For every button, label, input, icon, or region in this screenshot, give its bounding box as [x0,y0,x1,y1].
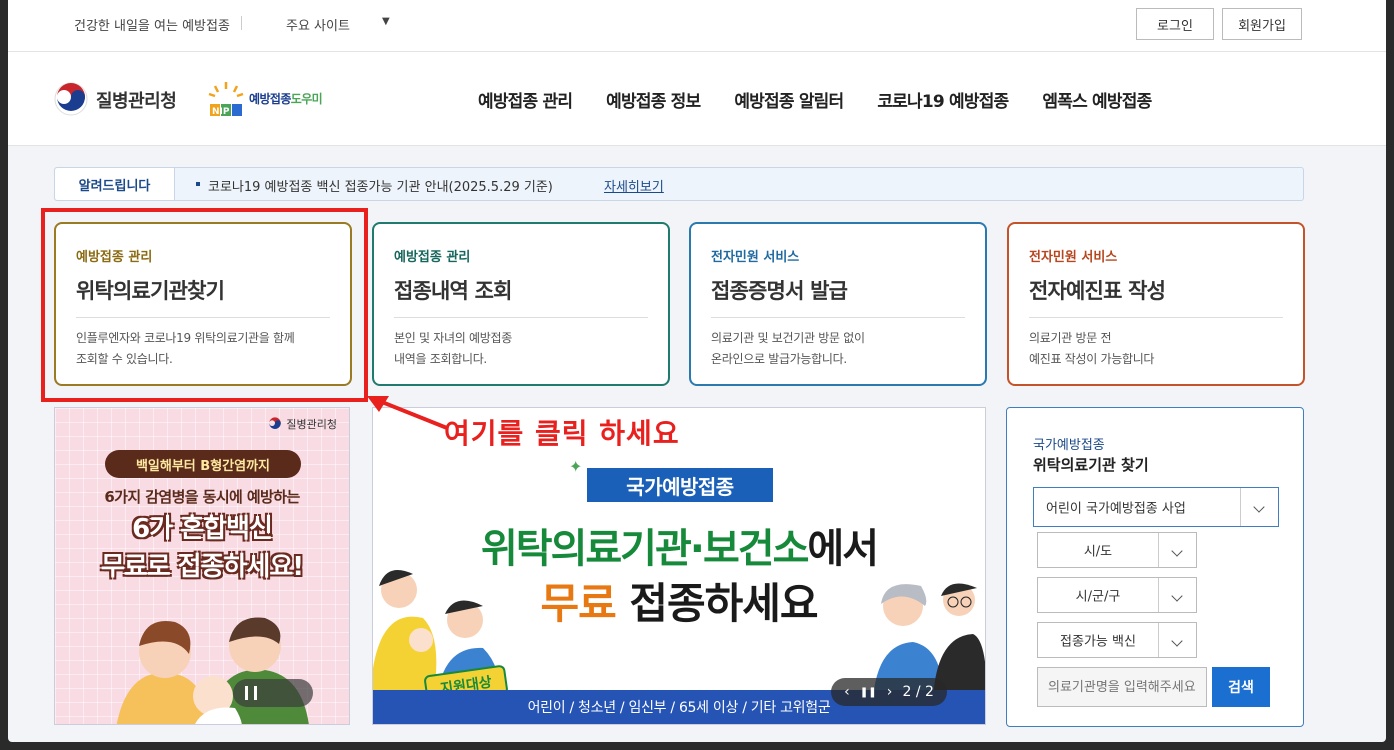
chevron-down-icon [1158,533,1196,567]
divider [711,317,965,318]
headline-orange: 무료 [540,579,616,628]
divider [241,16,242,30]
kdca-logo-icon[interactable] [54,82,88,116]
card-description: 의료기관 및 보건기관 방문 없이 온라인으로 발급가능합니다. [711,328,965,370]
highlight-box [41,208,368,402]
click-here-annotation: 여기를 클릭 하세요 [444,417,680,450]
nip-blue: 예방접종 [249,92,291,106]
utility-bar: 건강한 내일을 여는 예방접종 주요 사이트 ▼ 로그인 회원가입 [8,0,1386,52]
site-header: 질병관리청 NIP 예방접종도우미 예방접종 관리 예방접종 정보 예방접종 알… [8,52,1386,146]
pause-icon[interactable]: ❚❚ [860,687,877,698]
chevron-down-icon [1158,623,1196,657]
svg-text:✦: ✦ [569,457,582,476]
nav-covid19-vaccination[interactable]: 코로나19 예방접종 [877,87,1009,112]
org-name[interactable]: 질병관리청 [96,87,177,113]
card-category: 전자민원 서비스 [711,250,800,265]
vaccine-select-value: 접종가능 백신 [1060,634,1136,650]
carousel-page-indicator: 2 / 2 [902,684,934,700]
arrow-left-icon [367,396,448,430]
login-button[interactable]: 로그인 [1136,8,1214,40]
card-e-questionnaire[interactable]: 전자민원 서비스 전자예진표 작성 의료기관 방문 전 예진표 작성이 가능합니… [1007,222,1305,386]
search-title: 위탁의료기관 찾기 [1033,456,1149,474]
signup-button[interactable]: 회원가입 [1222,8,1302,40]
card-category: 예방접종 관리 [394,250,471,265]
banner-headline: 위탁의료기관·보건소에서 [373,516,985,574]
vaccine-select[interactable]: 접종가능 백신 [1037,622,1197,658]
banner-headline: 무료로 접종하세요! [100,552,304,582]
card-title: 접종증명서 발급 [711,279,848,303]
nip-green: 도우미 [290,92,323,106]
card-category: 전자민원 서비스 [1029,250,1118,265]
nip-brand-text[interactable]: 예방접종도우미 [249,90,323,107]
nav-vaccination-management[interactable]: 예방접종 관리 [478,87,573,112]
banner-pill: 백일해부터 B형간염까지 [105,450,301,478]
headline-rest: 접종하세요 [615,579,818,628]
clinic-search-panel: 국가예방접종 위탁의료기관 찾기 어린이 국가예방접종 사업 시/도 시/군/구… [1006,407,1304,727]
promo-banner-national-vaccination[interactable]: ✦ 국가예방접종 위탁의료기관·보건소에서 무료 접종하세요 지원대상 어린이 … [372,407,986,725]
headline-green: 위탁의료기관·보건소 [480,526,809,572]
browser-viewport: 건강한 내일을 여는 예방접종 주요 사이트 ▼ 로그인 회원가입 질병관리청 … [8,0,1386,742]
carousel-controls: ‹ ❚❚ › 2 / 2 [831,678,947,706]
sigungu-select[interactable]: 시/군/구 [1037,577,1197,613]
divider [1029,317,1283,318]
banner-subtitle: 6가지 감염병을 동시에 예방하는 [104,488,300,506]
sido-select-value: 시/도 [1083,544,1113,560]
program-select-value: 어린이 국가예방접종 사업 [1046,501,1186,517]
headline-rest: 에서 [807,526,879,572]
sido-select[interactable]: 시/도 [1037,532,1197,568]
nav-vaccination-info[interactable]: 예방접종 정보 [606,87,701,112]
chevron-left-icon[interactable]: ‹ [844,684,850,700]
clinic-name-input[interactable] [1037,667,1207,707]
major-sites-dropdown[interactable]: 주요 사이트 [286,15,350,34]
nip-letters: NIP [212,107,230,117]
bullet-icon [196,182,200,186]
notice-more-link[interactable]: 자세히보기 [604,176,664,195]
pause-icon [245,686,257,700]
main-navigation: 예방접종 관리 예방접종 정보 예방접종 알림터 코로나19 예방접종 엠폭스 … [478,87,1185,112]
chevron-down-icon [1158,578,1196,612]
banner-org: 질병관리청 [268,416,337,432]
card-desc-line: 내역을 조회합니다. [394,352,487,366]
kdca-logo-icon [269,417,282,429]
card-title: 전자예진표 작성 [1029,279,1166,303]
card-certificate[interactable]: 전자민원 서비스 접종증명서 발급 의료기관 및 보건기관 방문 없이 온라인으… [689,222,987,386]
banner-tag: 국가예방접종 [587,468,773,502]
promo-banner-hexavalent[interactable]: 질병관리청 백일해부터 B형간염까지 6가지 감염병을 동시에 예방하는 6가 … [54,407,350,725]
divider [394,317,648,318]
card-desc-line: 예진표 작성이 가능합니다 [1029,352,1155,366]
caret-down-icon[interactable]: ▼ [382,16,390,27]
notice-label: 알려드립니다 [55,168,175,200]
card-vaccination-history[interactable]: 예방접종 관리 접종내역 조회 본인 및 자녀의 예방접종 내역을 조회합니다. [372,222,670,386]
banner-org-name: 질병관리청 [286,418,337,431]
banner-headline: 무료 접종하세요 [373,570,985,631]
sigungu-select-value: 시/군/구 [1075,589,1121,605]
nip-logo-icon[interactable]: NIP [206,80,246,120]
card-description: 본인 및 자녀의 예방접종 내역을 조회합니다. [394,328,648,370]
search-category: 국가예방접종 [1033,438,1105,453]
nav-vaccination-notice[interactable]: 예방접종 알림터 [734,87,844,112]
card-description: 의료기관 방문 전 예진표 작성이 가능합니다 [1029,328,1283,370]
search-button[interactable]: 검색 [1212,667,1270,707]
site-slogan: 건강한 내일을 여는 예방접종 [74,19,230,34]
notice-message[interactable]: 코로나19 예방접종 백신 접종가능 기관 안내(2025.5.29 기준) [208,176,553,195]
card-desc-line: 의료기관 및 보건기관 방문 없이 [711,331,865,345]
card-desc-line: 의료기관 방문 전 [1029,331,1112,345]
notice-bar: 알려드립니다 코로나19 예방접종 백신 접종가능 기관 안내(2025.5.2… [54,167,1304,201]
pause-button[interactable] [233,679,313,707]
nav-mpox-vaccination[interactable]: 엠폭스 예방접종 [1042,87,1152,112]
card-desc-line: 본인 및 자녀의 예방접종 [394,331,512,345]
program-select[interactable]: 어린이 국가예방접종 사업 [1033,487,1279,527]
chevron-right-icon[interactable]: › [887,684,893,700]
card-desc-line: 온라인으로 발급가능합니다. [711,352,847,366]
card-title: 접종내역 조회 [394,279,512,303]
banner-headline: 6가 혼합백신 [132,514,273,544]
chevron-down-icon [1240,488,1278,526]
